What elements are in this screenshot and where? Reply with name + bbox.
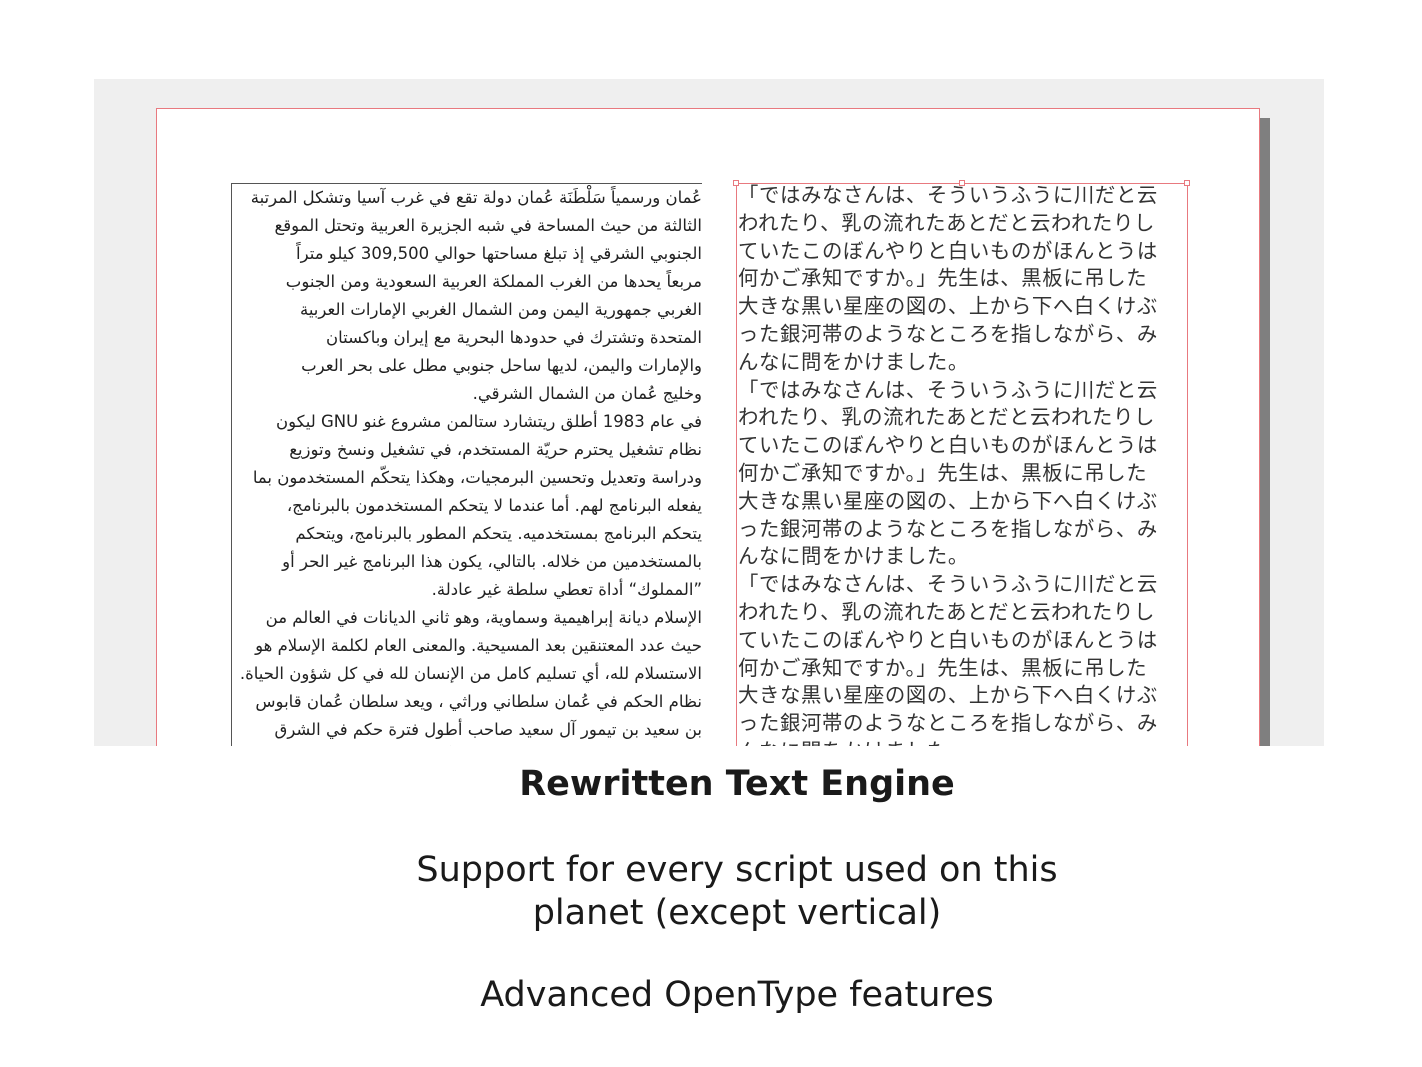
arabic-text-line: بن سعيد بن تيمور آل سعيد صاحب أطول فترة … [274, 720, 702, 739]
arabic-text-line: والإمارات واليمن، لديها ساحل جنوبي مطل ع… [301, 356, 702, 375]
arabic-text-column: عُمان ورسمياً سَلْطَنَة عُمان دولة تقع ف… [236, 184, 702, 746]
japanese-text-line: 「ではみなさんは、そういうふうに川だと云 [738, 377, 1158, 402]
japanese-text-frame[interactable]: 「ではみなさんは、そういうふうに川だと云 われたり、乳の流れたあとだと云われたりし… [736, 183, 1188, 746]
japanese-text-line: 何かご承知ですか。」先生は、黒板に吊した [738, 266, 1148, 291]
arabic-text-frame[interactable]: عُمان ورسمياً سَلْطَنَة عُمان دولة تقع ف… [231, 183, 702, 746]
arabic-text-line: بالمستخدمين من خلاله. بالتالي، يكون هذا … [282, 552, 702, 571]
japanese-text-line: ていたこのぼんやりと白いものがほんとうは [738, 627, 1158, 652]
arabic-text-line: الإسلام ديانة إبراهيمية وسماوية، وهو ثان… [265, 608, 702, 627]
arabic-text-line: يفعله البرنامج لهم. أما عندما لا يتحكم ا… [286, 496, 702, 515]
arabic-text-line: مربعاً يحدها من الغرب المملكة العربية ال… [285, 272, 702, 291]
arabic-text-line: الأوسط في حين يشغل السلطان أيضاً منصب رئ… [236, 744, 702, 746]
japanese-text-line: ていたこのぼんやりと白いものがほんとうは [738, 238, 1158, 263]
arabic-text-line: المتحدة وتشترك في حدودها البحرية مع إيرا… [326, 328, 702, 347]
arabic-text-line: في عام 1983 أطلق ريتشارد ستالمن مشروع غن… [275, 412, 702, 431]
japanese-text-line: ていたこのぼんやりと白いものがほんとうは [738, 433, 1158, 458]
japanese-text-line: 大きな黒い星座の図の、上から下へ白くけぶ [738, 683, 1158, 708]
japanese-text-line: われたり、乳の流れたあとだと云われたりし [738, 599, 1155, 624]
japanese-text-line: んなに問をかけました。 [738, 349, 969, 374]
feature-opentype: Advanced OpenType features [480, 975, 994, 1015]
frame-handle-right[interactable] [1184, 180, 1190, 186]
arabic-text-line: عُمان ورسمياً سَلْطَنَة عُمان دولة تقع ف… [250, 188, 702, 207]
japanese-text-line: った銀河帯のようなところを指しながら、み [738, 516, 1158, 541]
frame-handle-middle[interactable] [959, 180, 965, 186]
japanese-text-line: んなに問をかけました。 [738, 738, 1187, 746]
japanese-text-line: った銀河帯のようなところを指しながら、み [738, 321, 1158, 346]
japanese-text-line: 「ではみなさんは、そういうふうに川だと云 [738, 572, 1158, 597]
arabic-text-line: نظام تشغيل يحترم حريّة المستخدم، في تشغي… [289, 440, 702, 459]
document-canvas[interactable]: عُمان ورسمياً سَلْطَنَة عُمان دولة تقع ف… [94, 79, 1324, 746]
feature-script-support: Support for every script used on this pl… [0, 849, 1422, 935]
arabic-text-line: حيث عدد المعتنقين بعد المسيحية. والمعنى … [255, 636, 702, 655]
feature-script-support-line1: Support for every script used on this [416, 850, 1058, 890]
document-page: عُمان ورسمياً سَلْطَنَة عُمان دولة تقع ف… [156, 108, 1260, 746]
japanese-text-line: 何かご承知ですか。」先生は、黒板に吊した [738, 655, 1148, 680]
japanese-text-line: った銀河帯のようなところを指しながら、み [738, 711, 1158, 736]
arabic-text-line: نظام الحكم في عُمان سلطاني وراثي ، ويعد … [255, 692, 702, 711]
japanese-text-line: われたり、乳の流れたあとだと云われたりし [738, 210, 1155, 235]
arabic-text-line: الغربي جمهورية اليمن ومن الشمال الغربي ا… [299, 300, 702, 319]
japanese-text-line: 何かご承知ですか。」先生は、黒板に吊した [738, 460, 1148, 485]
arabic-text-line: الاستسلام لله، أي تسليم كامل من الإنسان … [239, 664, 702, 683]
arabic-text-line: يتحكم البرنامج بمستخدميه. يتحكم المطور ب… [295, 524, 702, 543]
arabic-text-line: وخليج عُمان من الشمال الشرقي. [472, 384, 702, 403]
japanese-text-line: われたり、乳の流れたあとだと云われたりし [738, 405, 1155, 430]
arabic-text-line: ودراسة وتعديل وتحسين البرمجيات، وهكذا يت… [252, 468, 702, 487]
feature-title: Rewritten Text Engine [519, 764, 955, 804]
japanese-text-column: 「ではみなさんは、そういうふうに川だと云 われたり、乳の流れたあとだと云われたりし… [738, 183, 1187, 746]
arabic-text-line: ”المملوك“ أداة تعطي سلطة غير عادلة. [431, 580, 702, 599]
arabic-text-line: الثالثة من حيث المساحة في شبه الجزيرة ال… [274, 216, 702, 235]
japanese-text-line: 大きな黒い星座の図の、上から下へ白くけぶ [738, 294, 1158, 319]
japanese-text-line: 「ではみなさんは、そういうふうに川だと云 [738, 183, 1158, 207]
japanese-text-line: んなに問をかけました。 [738, 544, 969, 569]
japanese-text-line: 大きな黒い星座の図の、上から下へ白くけぶ [738, 488, 1158, 513]
feature-script-support-line2: planet (except vertical) [532, 893, 942, 933]
arabic-text-line: الجنوبي الشرقي إذ تبلغ مساحتها حوالي 309… [296, 244, 702, 263]
frame-handle-left[interactable] [733, 180, 739, 186]
